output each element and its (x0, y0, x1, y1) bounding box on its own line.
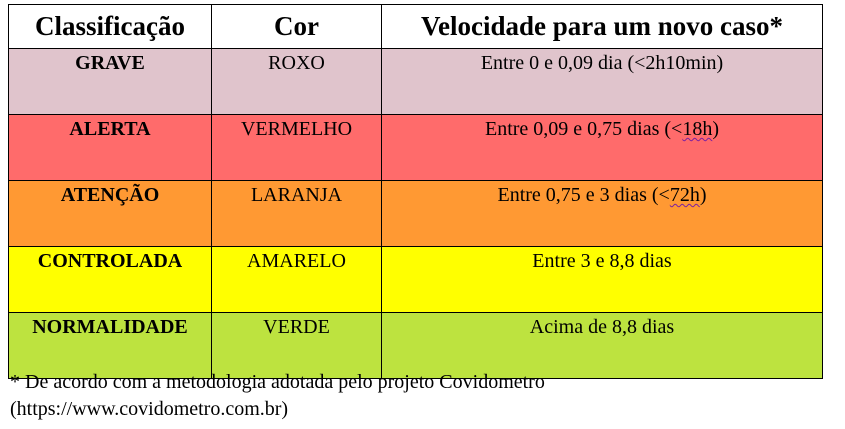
classificacao-cell: ALERTA (8, 114, 212, 181)
table-row: ATENÇÃO LARANJA Entre 0,75 e 3 dias (<72h) (8, 180, 823, 247)
header-cor: Cor (211, 4, 382, 49)
table-row: CONTROLADA AMARELO Entre 3 e 8,8 dias (8, 246, 823, 313)
classificacao-cell: ATENÇÃO (8, 180, 212, 247)
footnote-line-1: * De acordo com a metodologia adotada pe… (10, 371, 545, 393)
velocidade-text: Entre 3 e 8,8 dias (532, 250, 672, 272)
velocidade-text-end: ) (699, 184, 707, 206)
velocidade-text-end: ) (712, 118, 719, 140)
classificacao-cell: CONTROLADA (8, 246, 212, 313)
classificacao-cell: GRAVE (8, 48, 212, 115)
header-row: Classificação Cor Velocidade para um nov… (8, 4, 823, 49)
header-velocidade: Velocidade para um novo caso* (381, 4, 823, 49)
velocidade-cell: Entre 0,75 e 3 dias (<72h) (381, 180, 823, 247)
cor-cell: ROXO (211, 48, 382, 115)
velocidade-cell: Entre 0,09 e 0,75 dias (<18h) (381, 114, 823, 181)
cor-cell: VERMELHO (211, 114, 382, 181)
table-row: GRAVE ROXO Entre 0 e 0,09 dia (<2h10min) (8, 48, 823, 115)
velocidade-text: Entre 0,09 e 0,75 dias (< (484, 118, 683, 140)
velocidade-text: Entre 0,75 e 3 dias (< (497, 184, 670, 206)
velocidade-text: Acima de 8,8 dias (529, 316, 675, 338)
header-classificacao: Classificação (8, 4, 212, 49)
cor-cell: AMARELO (211, 246, 382, 313)
spellcheck-marked-text: 72h (669, 184, 700, 206)
footnote: * De acordo com a metodologia adotada pe… (10, 369, 545, 423)
velocidade-text: Entre 0 e 0,09 dia (<2h10min) (480, 52, 724, 74)
velocidade-cell: Entre 3 e 8,8 dias (381, 246, 823, 313)
table-row: ALERTA VERMELHO Entre 0,09 e 0,75 dias (<1… (8, 114, 823, 181)
spellcheck-marked-text: 18h (682, 118, 713, 140)
footnote-line-2: (https://www.covidometro.com.br) (10, 398, 289, 420)
cor-cell: LARANJA (211, 180, 382, 247)
classification-table: Classificação Cor Velocidade para um nov… (8, 4, 823, 379)
velocidade-cell: Entre 0 e 0,09 dia (<2h10min) (381, 48, 823, 115)
